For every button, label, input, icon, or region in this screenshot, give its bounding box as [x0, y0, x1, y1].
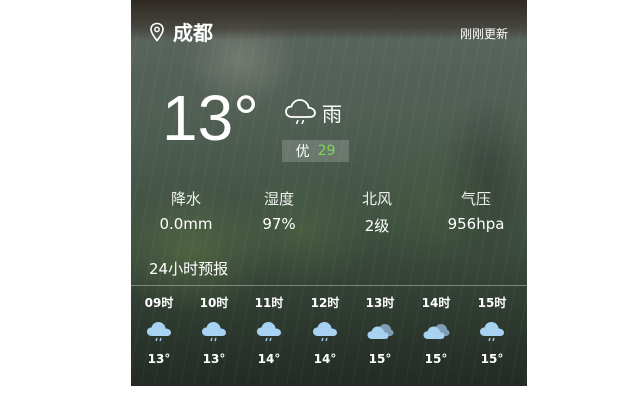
cloud-rain-icon: [202, 322, 226, 342]
city-name: 成都: [173, 21, 213, 45]
location-pin-icon: [150, 22, 164, 42]
hour-time: 10时: [199, 296, 229, 310]
forecast-hour: 15时 15°: [467, 293, 517, 366]
forecast-hour: 12时 14°: [300, 293, 350, 366]
overcast-cloud-icon: [367, 324, 394, 339]
hour-temp: 13°: [147, 352, 171, 366]
hour-time: 15时: [477, 296, 507, 310]
cloud-rain-icon: [285, 99, 316, 125]
aqi-value: 29: [317, 143, 336, 159]
hour-temp: 15°: [368, 352, 392, 366]
hour-temp: 15°: [480, 352, 504, 366]
forecast-hour: 10时 13°: [189, 293, 239, 366]
hour-time: 13时: [365, 296, 395, 310]
forecast-divider: [131, 285, 527, 286]
city-selector[interactable]: 成都: [149, 17, 213, 46]
stat-label: 气压: [460, 190, 491, 208]
condition-text: 雨: [322, 101, 342, 126]
hour-temp: 13°: [202, 352, 226, 366]
hour-time: 14时: [421, 296, 451, 310]
stat-value: 956hpa: [447, 215, 505, 233]
aqi-label: 优: [295, 144, 310, 160]
stat-label: 北风: [361, 190, 392, 208]
hour-temp: 14°: [313, 352, 337, 366]
current-condition: 雨: [284, 97, 342, 127]
stat-label: 湿度: [263, 190, 294, 208]
update-status: 刚刚更新: [459, 27, 508, 41]
cloud-rain-icon: [480, 322, 504, 342]
weather-widget: 成都 刚刚更新 13° 雨 优 29 降水 0.0mm 湿度 97% 北风 2级…: [131, 0, 527, 386]
stat-value: 97%: [262, 215, 296, 233]
forecast-hour: 09时 13°: [134, 293, 184, 366]
hour-time: 09时: [144, 296, 174, 310]
forecast-hour: 14时 15°: [411, 293, 461, 366]
hour-time: 12时: [310, 296, 340, 310]
current-temperature: 13°: [162, 82, 259, 154]
hour-temp: 14°: [257, 352, 281, 366]
air-quality-badge[interactable]: 优 29: [282, 140, 349, 162]
hour-temp: 15°: [424, 352, 448, 366]
stat-value: 2级: [364, 217, 390, 235]
stat-humidity: 湿度 97%: [224, 188, 334, 233]
forecast-title: 24小时预报: [149, 260, 229, 278]
forecast-hour: 11时 14°: [244, 293, 294, 366]
overcast-cloud-icon: [423, 324, 450, 339]
stat-wind: 北风 2级: [322, 188, 432, 236]
stat-pressure: 气压 956hpa: [421, 188, 527, 233]
cloud-rain-icon: [313, 322, 337, 342]
cloud-rain-icon: [147, 322, 171, 342]
forecast-hour: 13时 15°: [355, 293, 405, 366]
hour-time: 11时: [254, 296, 284, 310]
cloud-rain-icon: [257, 322, 281, 342]
